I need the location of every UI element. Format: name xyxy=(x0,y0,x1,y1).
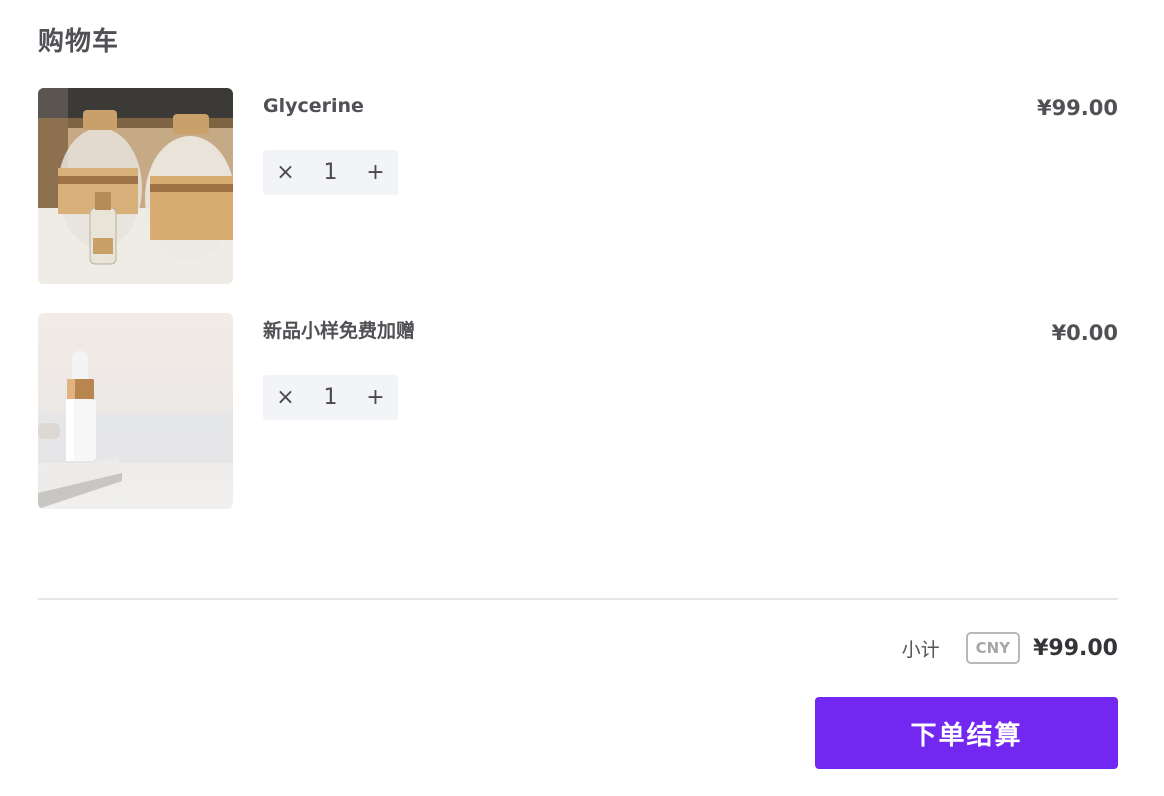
quantity-stepper: × 1 + xyxy=(263,150,398,195)
checkout-button[interactable]: 下单结算 xyxy=(815,697,1118,769)
subtotal-amount: ¥99.00 xyxy=(1033,635,1118,661)
remove-button[interactable]: × xyxy=(263,375,308,420)
divider xyxy=(38,598,1118,600)
item-price: ¥99.00 xyxy=(1036,96,1118,120)
increase-button[interactable]: + xyxy=(353,150,398,195)
product-image-sample[interactable] xyxy=(38,313,233,509)
increase-button[interactable]: + xyxy=(353,375,398,420)
cart-summary: 小计 CNY ¥99.00 xyxy=(902,630,1118,666)
quantity-stepper: × 1 + xyxy=(263,375,398,420)
cart-item: 新品小样免费加赠 ¥0.00 × 1 + xyxy=(38,313,1118,509)
subtotal-label: 小计 xyxy=(901,638,940,661)
item-name: 新品小样免费加赠 xyxy=(263,320,416,342)
cart-item: Glycerine ¥99.00 × 1 + xyxy=(38,88,1118,284)
cart-page: 购物车 Glycerine ¥99.00 × 1 + 新品小样免费加赠 ¥0.0… xyxy=(38,0,1118,796)
quantity-value[interactable]: 1 xyxy=(308,160,353,185)
item-price: ¥0.00 xyxy=(1051,321,1118,345)
quantity-value[interactable]: 1 xyxy=(308,385,353,410)
currency-badge: CNY xyxy=(965,632,1021,664)
product-image-glycerine[interactable] xyxy=(38,88,233,284)
page-title: 购物车 xyxy=(38,27,120,57)
item-name: Glycerine xyxy=(263,95,364,117)
remove-button[interactable]: × xyxy=(263,150,308,195)
